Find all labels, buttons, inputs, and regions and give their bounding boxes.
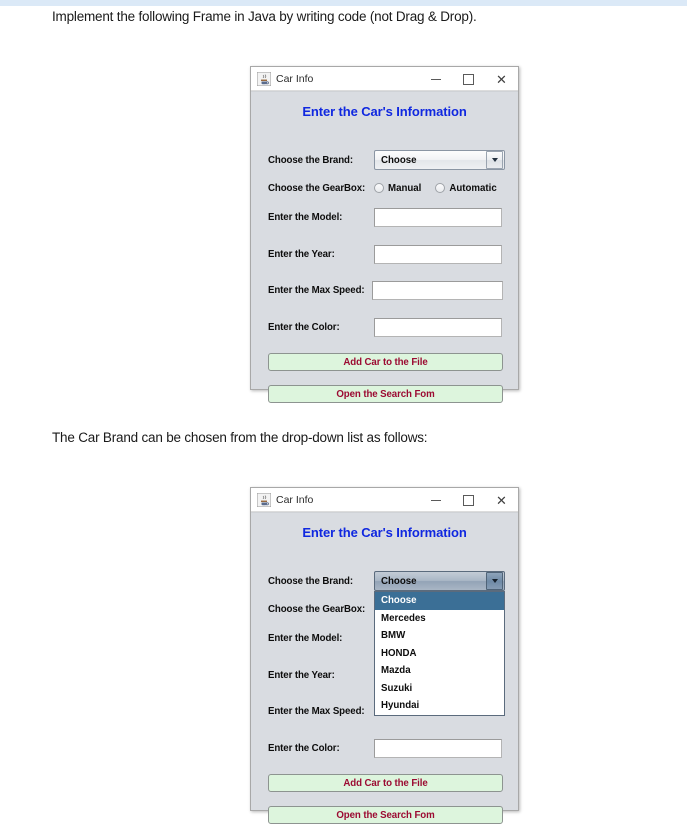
max-speed-label: Enter the Max Speed: (268, 705, 365, 717)
max-speed-label: Enter the Max Speed: (268, 284, 365, 296)
dropdown-option[interactable]: Mercedes (375, 610, 504, 628)
brand-combo-value: Choose (381, 154, 417, 166)
dropdown-option[interactable]: Mazda (375, 662, 504, 680)
window-controls: ✕ (419, 67, 518, 91)
year-label: Enter the Year: (268, 669, 335, 681)
java-coffee-cup-icon (256, 492, 272, 507)
color-input[interactable] (374, 738, 502, 758)
chevron-down-icon[interactable] (486, 151, 503, 169)
model-row: Enter the Model: (251, 207, 518, 227)
gearbox-label: Choose the GearBox: (268, 603, 366, 615)
color-input[interactable] (374, 317, 502, 337)
model-input[interactable] (374, 207, 502, 227)
year-label: Enter the Year: (268, 248, 335, 260)
color-row: Enter the Color: (251, 738, 518, 758)
year-row: Enter the Year: (251, 244, 518, 264)
dropdown-option[interactable]: Choose (375, 592, 504, 610)
add-car-button[interactable]: Add Car to the File (268, 774, 503, 792)
max-speed-row: Enter the Max Speed: (251, 280, 518, 300)
brand-combo-box[interactable]: Choose (374, 150, 505, 170)
window-title: Car Info (276, 493, 314, 506)
radio-manual-dot[interactable] (374, 183, 384, 193)
maximize-button[interactable] (452, 67, 485, 91)
window-title: Car Info (276, 72, 314, 85)
brand-combo-box[interactable]: Choose (374, 571, 505, 591)
dropdown-option[interactable]: HONDA (375, 645, 504, 663)
chevron-down-icon[interactable] (486, 572, 503, 590)
max-speed-input[interactable] (372, 280, 503, 300)
dropdown-option[interactable]: Suzuki (375, 680, 504, 698)
radio-automatic[interactable]: Automatic (435, 182, 497, 194)
brand-combo-value: Choose (381, 575, 417, 587)
brand-row: Choose the Brand: Choose (251, 571, 518, 591)
title-bar: Car Info ✕ (251, 67, 518, 91)
car-info-window-closed-dropdown: Car Info ✕ Enter the Car's Information C… (250, 66, 519, 403)
radio-automatic-label: Automatic (449, 182, 497, 194)
gearbox-radio-group: Manual Automatic (374, 179, 511, 197)
model-label: Enter the Model: (268, 632, 343, 644)
page-top-band (0, 0, 687, 6)
brand-row: Choose the Brand: Choose (251, 150, 518, 170)
open-search-button[interactable]: Open the Search Fom (268, 806, 503, 824)
close-button[interactable]: ✕ (485, 67, 518, 91)
java-coffee-cup-icon (256, 71, 272, 86)
window-body: Enter the Car's Information Choose the B… (251, 512, 518, 824)
model-label: Enter the Model: (268, 211, 343, 223)
maximize-button[interactable] (452, 488, 485, 512)
minimize-button[interactable] (419, 488, 452, 512)
window-controls: ✕ (419, 488, 518, 512)
intro-paragraph: Implement the following Frame in Java by… (52, 9, 477, 24)
window-body: Enter the Car's Information Choose the B… (251, 91, 518, 403)
form-heading: Enter the Car's Information (302, 525, 467, 540)
radio-automatic-dot[interactable] (435, 183, 446, 193)
brand-label: Choose the Brand: (268, 575, 353, 587)
color-label: Enter the Color: (268, 742, 340, 754)
brand-dropdown-list[interactable]: Choose Mercedes BMW HONDA Mazda Suzuki H… (374, 591, 505, 716)
form-heading: Enter the Car's Information (302, 104, 467, 119)
title-bar: Car Info ✕ (251, 488, 518, 512)
color-row: Enter the Color: (251, 317, 518, 337)
radio-manual[interactable]: Manual (374, 183, 421, 194)
radio-manual-label: Manual (388, 182, 422, 194)
car-info-window-open-dropdown: Car Info ✕ Enter the Car's Information C… (250, 487, 519, 824)
gearbox-row: Choose the GearBox: Manual Automatic (251, 178, 518, 198)
open-search-button[interactable]: Open the Search Fom (268, 385, 503, 403)
dropdown-paragraph: The Car Brand can be chosen from the dro… (52, 430, 428, 445)
close-button[interactable]: ✕ (485, 488, 518, 512)
brand-label: Choose the Brand: (268, 154, 353, 166)
minimize-button[interactable] (419, 67, 452, 91)
dropdown-option[interactable]: BMW (375, 627, 504, 645)
add-car-button[interactable]: Add Car to the File (268, 353, 503, 371)
color-label: Enter the Color: (268, 321, 340, 333)
year-input[interactable] (374, 244, 502, 264)
gearbox-label: Choose the GearBox: (268, 182, 366, 194)
dropdown-option[interactable]: Hyundai (375, 697, 504, 715)
